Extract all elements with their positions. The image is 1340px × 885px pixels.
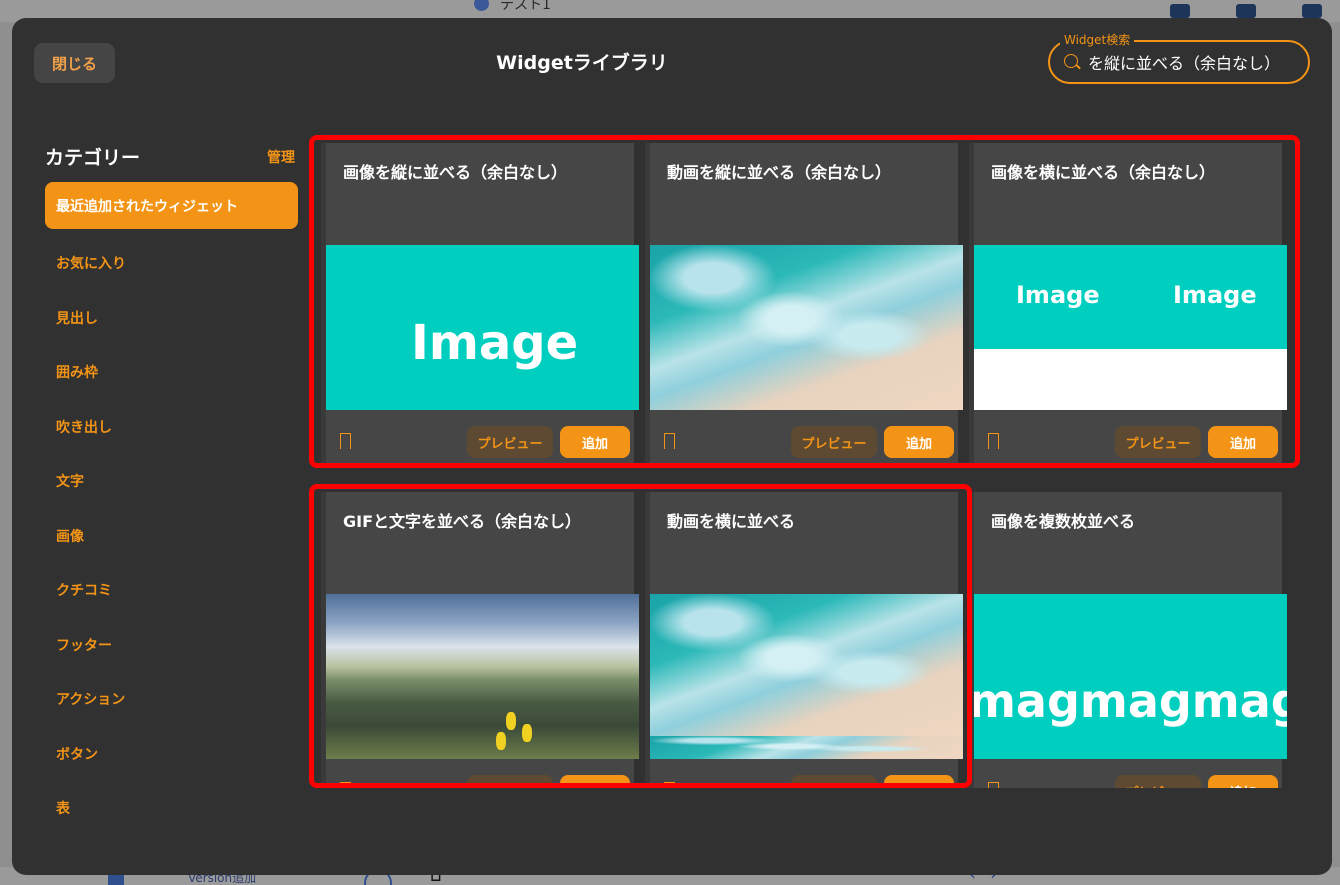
preview-button[interactable]: プレビュー (1115, 775, 1201, 788)
bookmark-icon[interactable] (988, 782, 999, 788)
widget-card[interactable]: GIFと文字を並べる（余白なし） プレビュー 追加 (321, 492, 639, 788)
widget-footer: プレビュー 追加 (326, 410, 639, 463)
preview-button[interactable]: プレビュー (467, 426, 553, 458)
widget-thumbnail (326, 594, 639, 759)
category-item-footer[interactable]: フッター (45, 618, 298, 673)
edit-icon (1170, 4, 1190, 18)
preview-button[interactable]: プレビュー (467, 775, 553, 788)
add-button[interactable]: 追加 (560, 775, 630, 788)
category-item-favorites[interactable]: お気に入り (45, 236, 298, 291)
category-item-images[interactable]: 画像 (45, 509, 298, 564)
widget-card[interactable]: 画像を複数枚並べる magmagmage プレビュー 追加 (969, 492, 1287, 788)
widget-title: 画像を複数枚並べる (991, 512, 1136, 531)
category-item-balloons[interactable]: 吹き出し (45, 400, 298, 455)
category-item-text[interactable]: 文字 (45, 454, 298, 509)
category-item-buttons[interactable]: ボタン (45, 727, 298, 782)
bookmark-icon[interactable] (988, 433, 999, 449)
widget-card[interactable]: 動画を横に並べる プレビュー 追加 (645, 492, 963, 788)
widget-title: 画像を横に並べる（余白なし） (991, 163, 1216, 182)
category-list: 最近追加されたウィジェット お気に入り 見出し 囲み枠 吹き出し 文字 画像 ク… (45, 182, 298, 836)
bookmark-icon[interactable] (664, 433, 675, 449)
add-button[interactable]: 追加 (1208, 775, 1278, 788)
add-button[interactable]: 追加 (1208, 426, 1278, 458)
manage-link[interactable]: 管理 (267, 147, 295, 167)
widget-thumbnail: magmagmage (974, 594, 1287, 759)
bookmark-icon[interactable] (664, 782, 675, 788)
thumbnail-text: magmagmage (974, 674, 1287, 728)
widget-search-field[interactable]: Widget検索 (1048, 31, 1310, 84)
thumbnail-text: Image (1173, 281, 1257, 309)
search-legend: Widget検索 (1060, 31, 1135, 48)
category-item-reviews[interactable]: クチコミ (45, 563, 298, 618)
bookmark-icon[interactable] (340, 782, 351, 788)
widget-footer: プレビュー 追加 (974, 410, 1287, 463)
widget-thumbnail (650, 594, 963, 759)
preview-button[interactable]: プレビュー (791, 426, 877, 458)
bookmark-icon[interactable] (340, 433, 351, 449)
clipboard-icon (1302, 4, 1322, 18)
widget-footer: プレビュー 追加 (650, 759, 963, 788)
thumbnail-text: Image (1016, 281, 1100, 309)
category-heading: カテゴリー (45, 147, 141, 169)
add-button[interactable]: 追加 (884, 426, 954, 458)
widget-card[interactable]: 画像を縦に並べる（余白なし） Image プレビュー 追加 (321, 143, 639, 463)
widget-title: 動画を縦に並べる（余白なし） (667, 163, 892, 182)
widget-thumbnail: Image (326, 245, 639, 410)
widget-title: 画像を縦に並べる（余白なし） (343, 163, 568, 182)
toggle-icon (1236, 4, 1256, 18)
category-item-frames[interactable]: 囲み枠 (45, 345, 298, 400)
search-input[interactable] (1088, 48, 1304, 76)
search-icon (1064, 54, 1078, 68)
facebook-icon (474, 0, 489, 11)
preview-button[interactable]: プレビュー (1115, 426, 1201, 458)
preview-button[interactable]: プレビュー (791, 775, 877, 788)
widget-thumbnail: Image Image (974, 245, 1287, 410)
widget-card[interactable]: 画像を横に並べる（余白なし） Image Image プレビュー 追加 (969, 143, 1287, 463)
widget-title: 動画を横に並べる (667, 512, 796, 531)
widget-library-modal: 閉じる Widgetライブラリ Widget検索 カテゴリー 管理 最近追加され… (12, 18, 1332, 875)
widget-thumbnail (650, 245, 963, 410)
add-button[interactable]: 追加 (884, 775, 954, 788)
widget-card[interactable]: 動画を縦に並べる（余白なし） プレビュー 追加 (645, 143, 963, 463)
modal-title: Widgetライブラリ (496, 52, 668, 74)
category-item-action[interactable]: アクション (45, 672, 298, 727)
add-button[interactable]: 追加 (560, 426, 630, 458)
category-item-table[interactable]: 表 (45, 781, 298, 836)
widget-grid: 画像を縦に並べる（余白なし） Image プレビュー 追加 動画を縦に並べる（余… (321, 143, 1301, 788)
category-item-headings[interactable]: 見出し (45, 291, 298, 346)
category-item-recent[interactable]: 最近追加されたウィジェット (45, 182, 298, 229)
background-tab-label: テスト1 (500, 0, 551, 13)
widget-footer: プレビュー 追加 (650, 410, 963, 463)
widget-footer: プレビュー 追加 (974, 759, 1287, 788)
thumbnail-text: Image (411, 315, 579, 371)
widget-footer: プレビュー 追加 (326, 759, 639, 788)
widget-title: GIFと文字を並べる（余白なし） (343, 512, 582, 531)
